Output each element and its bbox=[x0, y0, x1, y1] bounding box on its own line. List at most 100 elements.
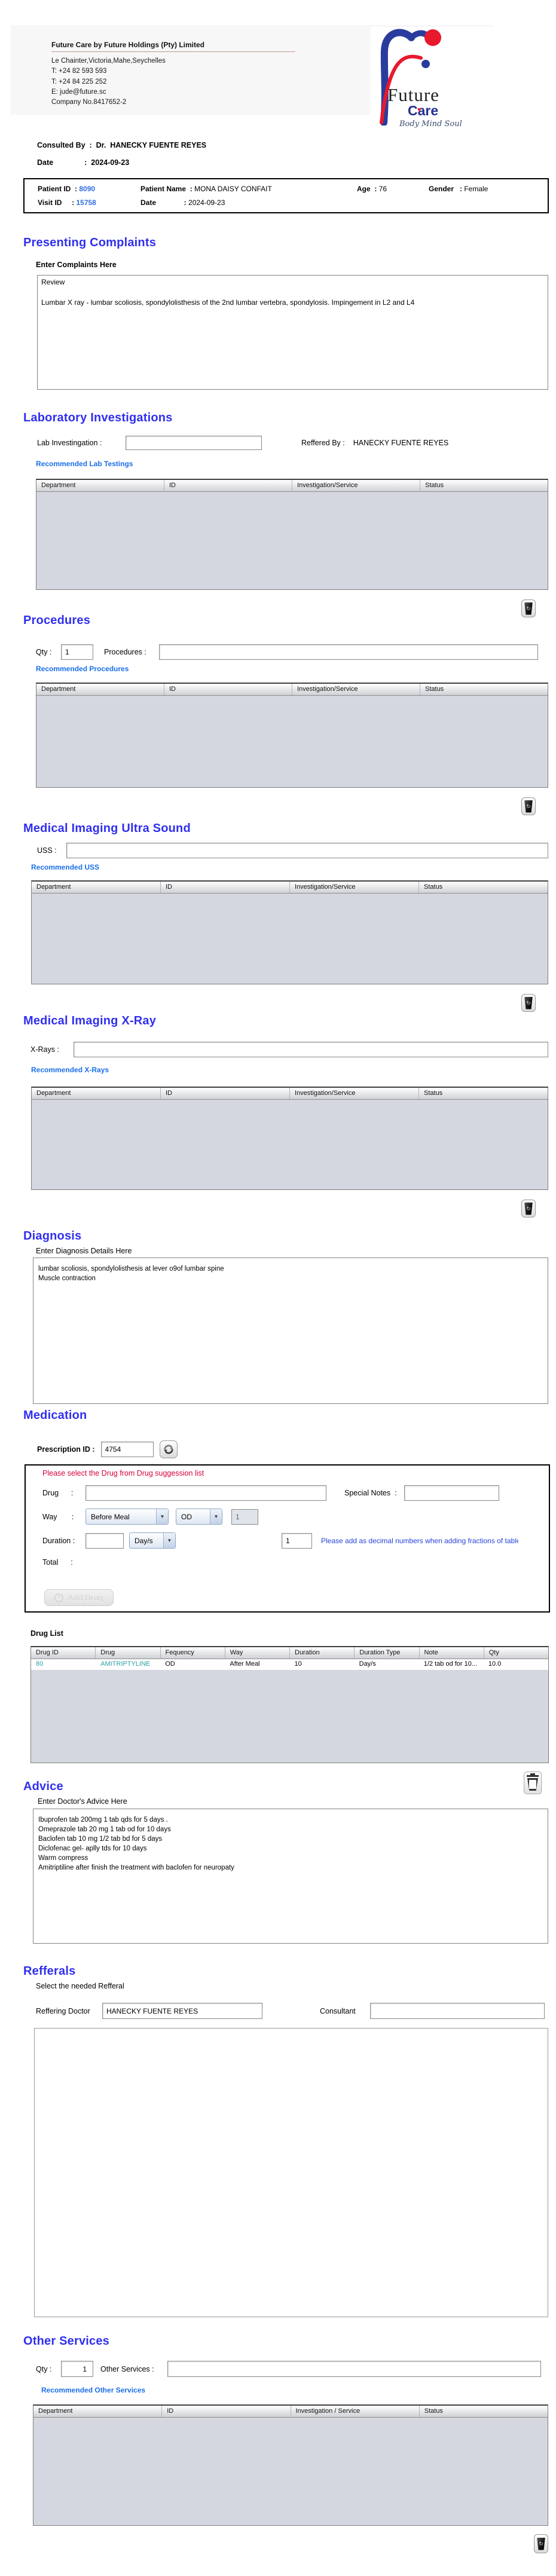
uss-table: Department ID Investigation/Service Stat… bbox=[31, 880, 548, 984]
referred-by-label: Reffered By : bbox=[301, 439, 345, 447]
dose-input bbox=[231, 1509, 258, 1525]
refresh-icon[interactable] bbox=[159, 1440, 178, 1458]
procedures-qty-input[interactable] bbox=[61, 644, 93, 660]
other-qty-input[interactable] bbox=[61, 2361, 93, 2377]
referrals-heading: Refferals bbox=[23, 1965, 76, 1978]
letterhead-divider bbox=[51, 51, 295, 52]
col-id: ID bbox=[161, 1088, 290, 1099]
trash-icon[interactable]: ↻ bbox=[534, 2534, 548, 2553]
recommended-lab-testings-link[interactable]: Recommended Lab Testings bbox=[36, 460, 133, 468]
col-department: Department bbox=[32, 882, 161, 893]
trash-icon[interactable] bbox=[524, 1772, 542, 1794]
col-id: ID bbox=[164, 480, 292, 491]
complaints-textarea[interactable]: Review Lumbar X ray - lumbar scoliosis, … bbox=[37, 275, 548, 390]
drug-input[interactable] bbox=[85, 1485, 326, 1501]
other-services-input-row: Qty : Other Services : bbox=[36, 2361, 556, 2377]
prescription-row: Prescription ID : bbox=[37, 1440, 556, 1458]
way-row: Way : Before Meal ▼ OD ▼ bbox=[42, 1509, 549, 1525]
other-services-table: Department ID Investigation / Service St… bbox=[33, 2404, 548, 2526]
col-status: Status bbox=[424, 1090, 443, 1097]
recommended-other-services-link[interactable]: Recommended Other Services bbox=[41, 2386, 145, 2394]
plus-icon: + bbox=[54, 1593, 64, 1602]
patient-name-label: Patient Name : bbox=[140, 185, 195, 193]
add-drug-button[interactable]: + Add Drug bbox=[44, 1589, 114, 1606]
recommended-uss-link[interactable]: Recommended USS bbox=[31, 863, 99, 871]
logo-red-dot bbox=[424, 29, 441, 46]
col-drug: Drug bbox=[96, 1647, 161, 1659]
uss-input-row: USS : bbox=[37, 843, 556, 858]
drug-row: Drug : Special Notes : bbox=[42, 1485, 549, 1501]
recommended-procedures-link[interactable]: Recommended Procedures bbox=[36, 665, 129, 673]
drug-list-header: Drug ID Drug Fequency Way Duration Durat… bbox=[31, 1647, 548, 1659]
medication-entry-panel: Please select the Drug from Drug suggess… bbox=[25, 1464, 550, 1613]
trash-body bbox=[527, 1778, 538, 1791]
lab-investigation-input[interactable] bbox=[126, 436, 262, 450]
drug-row-item[interactable]: 80 AMITRIPTYLINE OD After Meal 10 Day/s … bbox=[31, 1659, 548, 1670]
trash-icon[interactable]: ↻ bbox=[521, 994, 536, 1012]
decimal-note: Please add as decimal numbers when addin… bbox=[321, 1536, 518, 1545]
drug-list-label: Drug List bbox=[30, 1629, 63, 1638]
heart-icon: ♥ bbox=[417, 106, 421, 114]
meal-timing-select[interactable]: Before Meal ▼ bbox=[85, 1509, 169, 1525]
referring-doctor-input[interactable] bbox=[102, 2003, 262, 2019]
patient-id-label: Patient ID : bbox=[38, 185, 80, 193]
drug-way-cell: After Meal bbox=[230, 1660, 260, 1668]
lab-investigation-label: Lab Investingation : bbox=[37, 439, 102, 447]
drug-list-body bbox=[31, 1670, 548, 1763]
col-status: Status bbox=[424, 883, 443, 891]
way-label: Way : bbox=[42, 1512, 74, 1521]
procedures-table-header: Department ID Investigation/Service Stat… bbox=[36, 684, 548, 696]
col-investigation-service: Investigation/Service bbox=[290, 1088, 419, 1099]
consulted-by-line: Consulted By : Dr. HANECKY FUENTE REYES bbox=[37, 141, 207, 149]
consultant-label: Consultant bbox=[320, 2006, 356, 2015]
referrals-label: Select the needed Refferal bbox=[36, 1982, 124, 1990]
other-services-table-header: Department ID Investigation / Service St… bbox=[33, 2406, 548, 2418]
xray-table-body bbox=[32, 1100, 548, 1189]
advice-textarea[interactable]: Ibuprofen tab 200mg 1 tab qds for 5 days… bbox=[33, 1809, 548, 1944]
frequency-select[interactable]: OD ▼ bbox=[176, 1509, 222, 1525]
referred-by-value: HANECKY FUENTE REYES bbox=[353, 439, 449, 447]
recommended-xrays-link[interactable]: Recommended X-Rays bbox=[31, 1066, 109, 1074]
total-label: Total : bbox=[42, 1558, 73, 1567]
prescription-id-input[interactable] bbox=[100, 1442, 154, 1457]
patient-name-value: MONA DAISY CONFAIT bbox=[194, 185, 272, 193]
trash-icon[interactable]: ↻ bbox=[521, 599, 536, 617]
consult-date-line: Date : 2024-09-23 bbox=[37, 158, 130, 167]
lab-table-body bbox=[36, 492, 548, 589]
logo-tagline: Body Mind Soul bbox=[399, 120, 462, 129]
special-notes-input[interactable] bbox=[404, 1485, 499, 1501]
xray-label: X-Rays : bbox=[30, 1045, 59, 1054]
trash-icon[interactable]: ↻ bbox=[521, 797, 536, 815]
col-duration: Duration bbox=[290, 1647, 355, 1659]
xray-input[interactable] bbox=[74, 1042, 548, 1057]
prescription-id-label: Prescription ID : bbox=[37, 1445, 95, 1454]
visit-id-label: Visit ID : bbox=[38, 198, 77, 207]
col-id: ID bbox=[164, 684, 292, 695]
procedures-input[interactable] bbox=[159, 644, 538, 660]
duration-type-select[interactable]: Day/s ▼ bbox=[129, 1532, 176, 1549]
patient-row-2: Visit ID : 15758 Date : 2024-09-23 bbox=[38, 198, 548, 207]
uss-table-body bbox=[32, 894, 548, 984]
uss-input[interactable] bbox=[66, 843, 548, 858]
tablet-qty-input[interactable] bbox=[282, 1532, 312, 1549]
visit-date-label: Date : bbox=[140, 198, 189, 207]
logo-word-care: Care ♥ bbox=[408, 104, 507, 118]
drug-list-table: Drug ID Drug Fequency Way Duration Durat… bbox=[30, 1646, 549, 1763]
consultant-input[interactable] bbox=[369, 2003, 545, 2019]
col-duration-type: Duration Type bbox=[355, 1647, 420, 1659]
other-services-heading: Other Services bbox=[23, 2335, 109, 2348]
col-investigation-service: Investigation/Service bbox=[292, 480, 420, 491]
lab-table-wrap: Department ID Investigation/Service Stat… bbox=[36, 479, 548, 617]
col-investigation-service: Investigation / Service bbox=[291, 2406, 420, 2417]
patient-info-box: Patient ID : 8090 Patient Name : MONA DA… bbox=[23, 178, 549, 213]
other-services-input[interactable] bbox=[167, 2361, 541, 2377]
trash-icon[interactable]: ↻ bbox=[521, 1200, 536, 1217]
drug-note-cell: 1/2 tab od for 10... bbox=[423, 1660, 478, 1668]
duration-input[interactable] bbox=[85, 1532, 124, 1549]
procedures-qty-label: Qty : bbox=[36, 648, 52, 656]
xray-table-wrap: Department ID Investigation/Service Stat… bbox=[31, 1087, 548, 1217]
gender-value: Female bbox=[464, 185, 488, 193]
age-label: Age : bbox=[357, 185, 379, 193]
diagnosis-textarea[interactable]: lumbar scoliosis, spondylolisthesis at l… bbox=[33, 1258, 548, 1404]
frequency-value: OD bbox=[181, 1513, 192, 1521]
